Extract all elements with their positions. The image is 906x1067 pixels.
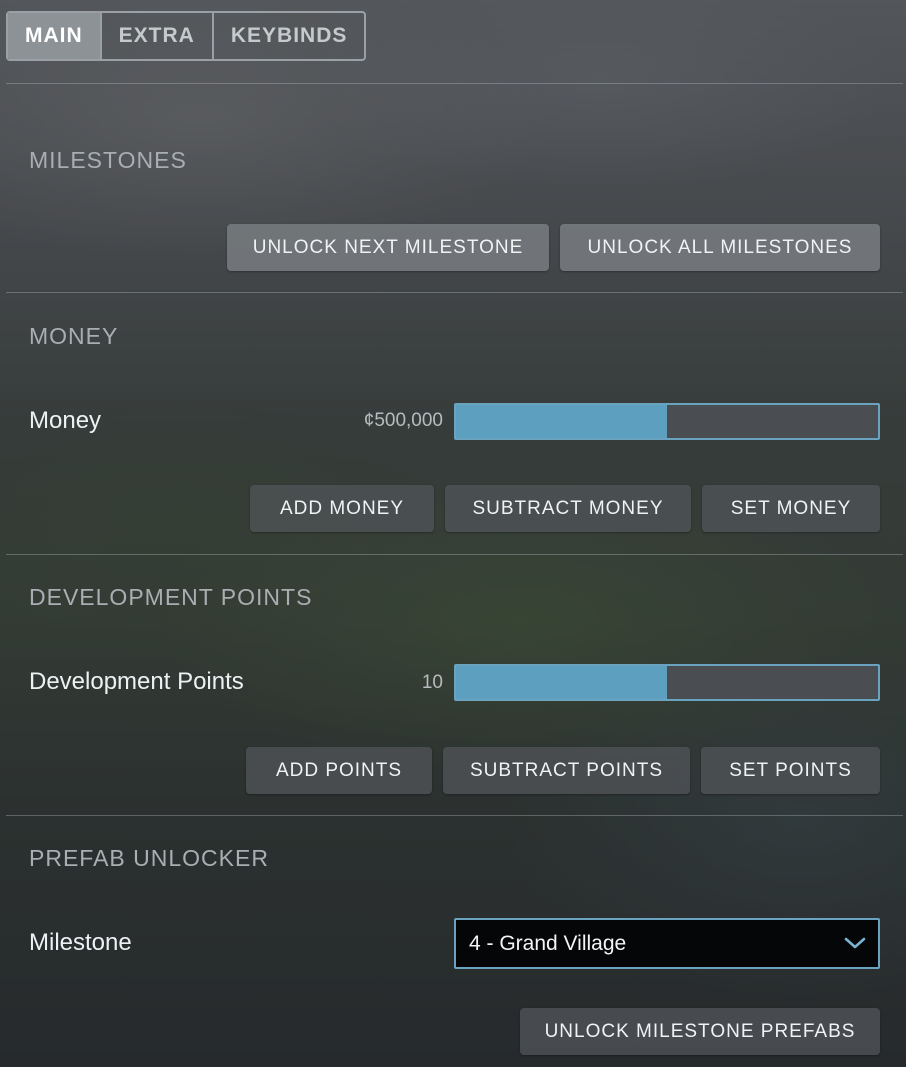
tab-keybinds[interactable]: KEYBINDS <box>214 13 365 59</box>
money-label: Money <box>29 407 102 434</box>
divider <box>6 554 903 555</box>
tab-main[interactable]: MAIN <box>8 13 102 59</box>
development-points-label: Development Points <box>29 668 244 695</box>
section-title-money: MONEY <box>29 323 119 349</box>
milestone-label: Milestone <box>29 929 132 956</box>
milestone-dropdown[interactable]: 4 - Grand Village <box>454 918 880 969</box>
divider <box>6 83 903 84</box>
chevron-down-icon <box>844 937 866 949</box>
set-points-button[interactable]: SET POINTS <box>701 747 880 794</box>
milestone-dropdown-value: 4 - Grand Village <box>469 932 627 955</box>
tab-extra[interactable]: EXTRA <box>102 13 214 59</box>
add-points-button[interactable]: ADD POINTS <box>246 747 432 794</box>
unlock-all-milestones-button[interactable]: UNLOCK ALL MILESTONES <box>560 224 880 271</box>
development-points-slider-fill <box>456 666 667 699</box>
add-money-button[interactable]: ADD MONEY <box>250 485 434 532</box>
subtract-money-button[interactable]: SUBTRACT MONEY <box>445 485 691 532</box>
unlock-milestone-prefabs-button[interactable]: UNLOCK MILESTONE PREFABS <box>520 1008 880 1055</box>
money-slider-fill <box>456 405 667 438</box>
divider <box>6 292 903 293</box>
money-value: ¢500,000 <box>363 410 443 431</box>
section-title-milestones: MILESTONES <box>29 147 187 173</box>
development-points-slider[interactable] <box>454 664 880 701</box>
section-title-development-points: DEVELOPMENT POINTS <box>29 584 313 610</box>
money-slider[interactable] <box>454 403 880 440</box>
subtract-points-button[interactable]: SUBTRACT POINTS <box>443 747 690 794</box>
unlock-next-milestone-button[interactable]: UNLOCK NEXT MILESTONE <box>227 224 549 271</box>
settings-panel: MAIN EXTRA KEYBINDS MILESTONES UNLOCK NE… <box>0 0 906 1067</box>
tab-bar: MAIN EXTRA KEYBINDS <box>6 11 367 61</box>
section-title-prefab-unlocker: PREFAB UNLOCKER <box>29 845 269 871</box>
development-points-value: 10 <box>421 672 443 693</box>
set-money-button[interactable]: SET MONEY <box>702 485 880 532</box>
divider <box>6 815 903 816</box>
